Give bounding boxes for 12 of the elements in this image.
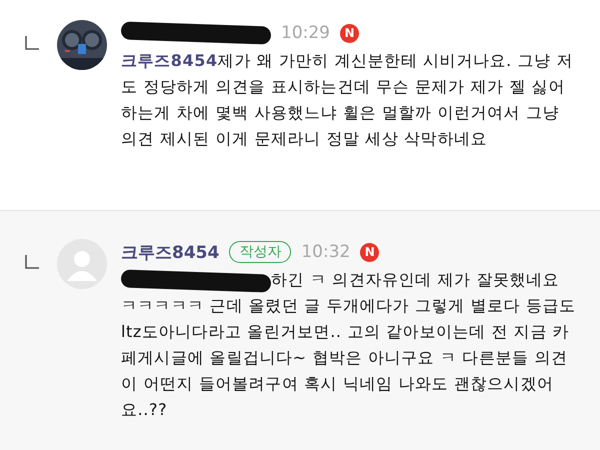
comment-text: 하긴 ㅋ 의견자유인데 제가 잘못했네요 ㅋㅋㅋㅋㅋ 근데 올렸던 글 두개에다가 그렇게 별로다 등급도 ltz도아니다라고 올린거보면.. 고의 같아보이는데 전 지금 카페게시글에 올릴겁니다~ 협박은 아니구요 ㅋ 다른분들 의견이 어떤지 들어볼려구여 혹시 닉네임 나와도 괜찮으시겠어요..?? [121,268,577,421]
reply-indent-icon [25,36,39,50]
new-badge: N [340,24,359,42]
comment-text: 크루즈8454제가 왜 가만히 계신분한테 시비거나요. 그냥 저도 정당하게 의견을 표시하는건데 무슨 문제가 제가 젤 싫어하는게 차에 몇백 사용했느냐 휠은 멀할까 이런거여서 그냥 의견 제시된 이게 문제라니 정말 세상 삭막하네요 [121,50,574,150]
comment-time: 10:29 [281,23,330,43]
comment-time: 10:32 [301,242,350,262]
new-badge: N [360,242,380,262]
avatar-icon [57,239,107,289]
author-badge: 작성자 [229,241,292,263]
author-name[interactable]: 크루즈8454 [121,240,220,264]
reply-indent-icon [25,255,39,269]
mention-link[interactable]: 크루즈8454 [121,51,218,70]
